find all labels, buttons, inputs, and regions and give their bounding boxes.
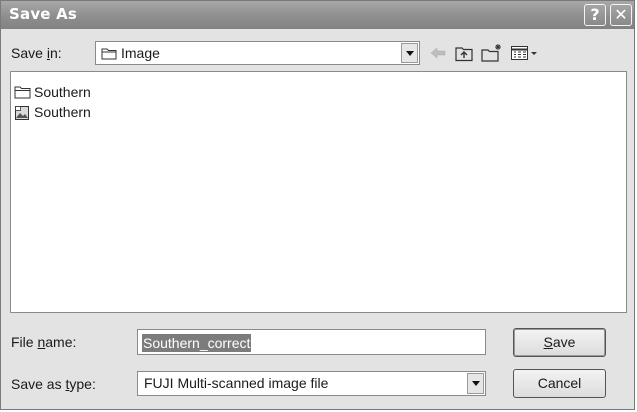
help-icon: ? <box>590 5 600 24</box>
cancel-button[interactable]: Cancel <box>513 369 606 398</box>
save-as-type-dropdown-arrow[interactable] <box>467 373 484 394</box>
folder-icon <box>101 48 117 60</box>
help-button[interactable]: ? <box>584 4 606 26</box>
folder-icon <box>14 86 31 99</box>
file-name: Southern <box>34 84 91 100</box>
save-as-type-dropdown[interactable]: FUJI Multi-scanned image file <box>137 371 486 396</box>
window-title: Save As <box>9 5 78 23</box>
create-new-folder-icon[interactable] <box>481 43 503 63</box>
file-name-input[interactable]: Southern_correct <box>137 329 486 355</box>
image-file-icon <box>15 106 29 120</box>
save-button[interactable]: Save <box>513 328 606 357</box>
view-menu-icon[interactable] <box>510 43 540 63</box>
file-name-value: Southern_correct <box>142 334 252 352</box>
close-icon: ✕ <box>614 5 628 24</box>
save-in-dropdown-arrow[interactable] <box>401 43 418 63</box>
save-in-dropdown[interactable]: Image <box>95 41 420 65</box>
file-name: Southern <box>34 104 91 120</box>
file-name-label: File name: <box>11 334 77 350</box>
save-as-type-label: Save as type: <box>11 376 96 392</box>
close-button[interactable]: ✕ <box>610 4 632 26</box>
save-as-dialog: Save As ? ✕ Save in: Image Southern Sout… <box>0 0 635 410</box>
save-in-label: Save in: <box>11 45 62 61</box>
back-arrow-icon[interactable] <box>428 43 448 63</box>
file-list[interactable]: Southern Southern <box>10 71 627 313</box>
save-in-value: Image <box>121 45 160 61</box>
save-as-type-value: FUJI Multi-scanned image file <box>144 375 329 391</box>
title-bar[interactable]: Save As ? ✕ <box>1 1 634 29</box>
up-one-level-icon[interactable] <box>454 43 474 63</box>
